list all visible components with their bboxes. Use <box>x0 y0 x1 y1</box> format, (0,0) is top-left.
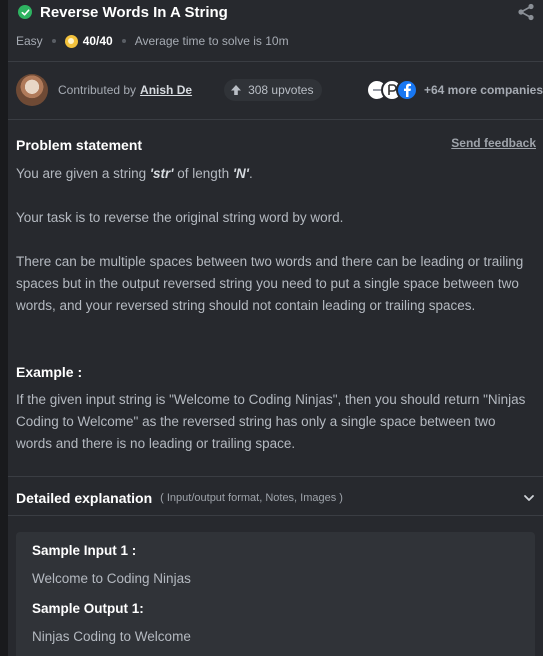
statement-emphasis: 'str' <box>149 166 174 181</box>
score-value: 40/40 <box>82 34 113 48</box>
coin-icon <box>64 34 78 48</box>
problem-statement-heading: Problem statement <box>16 137 143 153</box>
upvote-count: 308 upvotes <box>248 83 314 97</box>
statement-paragraph-1: You are given a string 'str' of length '… <box>16 163 531 185</box>
left-border <box>0 0 8 656</box>
chevron-down-icon <box>524 495 534 501</box>
divider <box>8 119 543 120</box>
statement-paragraph-3: There can be multiple spaces between two… <box>16 254 524 313</box>
sample-output-value: Ninjas Coding to Welcome <box>32 629 191 644</box>
statement-text: . <box>249 166 253 181</box>
sample-input-value: Welcome to Coding Ninjas <box>32 571 191 586</box>
companies-group[interactable]: +64 more companies <box>365 79 543 101</box>
contributed-by-label: Contributed by <box>58 83 137 97</box>
share-icon[interactable] <box>517 3 535 21</box>
divider <box>8 515 543 516</box>
more-companies-link[interactable]: +64 more companies <box>424 83 543 97</box>
arrow-up-icon <box>231 85 242 95</box>
sample-output-label: Sample Output 1: <box>32 601 144 616</box>
separator-dot <box>51 39 56 43</box>
detailed-explanation-title: Detailed explanation <box>16 490 153 506</box>
statement-text: of length <box>173 166 233 181</box>
contributor-row: Contributed by Anish De 308 upvotes +64 … <box>16 73 543 107</box>
detailed-explanation-toggle[interactable]: Detailed explanation ( Input/output form… <box>16 488 535 508</box>
facebook-icon <box>395 79 418 101</box>
sample-input-label: Sample Input 1 : <box>32 543 137 558</box>
example-heading: Example : <box>16 364 83 380</box>
problem-panel: Reverse Words In A String Easy 40/40 Ave… <box>8 0 543 656</box>
difficulty-label: Easy <box>16 34 43 48</box>
divider <box>8 476 543 477</box>
sample-box: Sample Input 1 : Welcome to Coding Ninja… <box>16 532 535 656</box>
example-text: If the given input string is "Welcome to… <box>16 392 526 451</box>
avg-time-text: Average time to solve is 10m <box>134 34 289 48</box>
statement-emphasis: 'N' <box>232 166 249 181</box>
title-row: Reverse Words In A String <box>18 3 228 21</box>
divider <box>8 61 543 62</box>
statement-text: You are given a string <box>16 166 150 181</box>
meta-row: Easy 40/40 Average time to solve is 10m <box>16 33 289 49</box>
statement-paragraph-2: Your task is to reverse the original str… <box>16 210 344 225</box>
separator-dot <box>121 39 126 43</box>
problem-title: Reverse Words In A String <box>40 3 228 21</box>
contributor-avatar[interactable] <box>16 74 48 106</box>
solved-check-icon <box>18 5 32 19</box>
send-feedback-link[interactable]: Send feedback <box>451 136 536 150</box>
contributor-name-link[interactable]: Anish De <box>140 83 192 97</box>
detailed-explanation-subtitle: ( Input/output format, Notes, Images ) <box>160 492 343 504</box>
upvote-button[interactable]: 308 upvotes <box>224 79 323 101</box>
